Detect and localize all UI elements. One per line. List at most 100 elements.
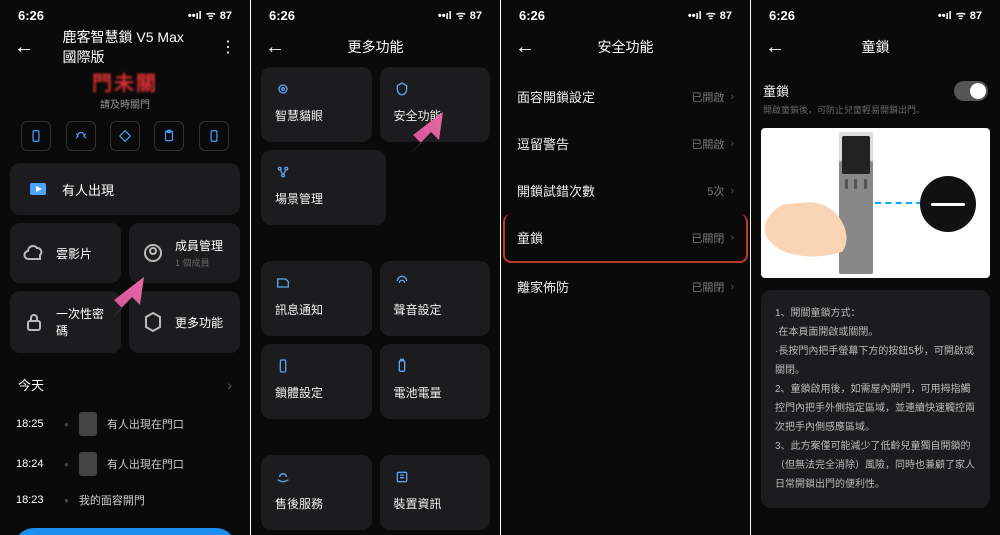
- presence-card[interactable]: 有人出現: [10, 163, 240, 215]
- tile-label: 裝置資訊: [394, 495, 477, 512]
- chevron-icon: ›: [227, 377, 232, 393]
- back-icon[interactable]: ←: [14, 36, 34, 59]
- tile-鎖體設定[interactable]: 鎖體設定: [261, 344, 372, 419]
- event-text: 有人出現在門口: [107, 456, 184, 472]
- page-title: 鹿客智慧鎖 V5 Max 國際版: [63, 27, 188, 67]
- quick-icon-3[interactable]: [110, 121, 140, 151]
- slide-unlock-button[interactable]: 滑到右邊開鎖: [14, 528, 236, 535]
- status-icons: ••ılᯤ87: [938, 8, 982, 23]
- status-time: 6:26: [769, 8, 795, 23]
- status-icons: ••ılᯤ87: [188, 8, 232, 23]
- tile-icon: [394, 81, 410, 97]
- page-title: 更多功能: [348, 37, 404, 57]
- back-icon[interactable]: ←: [765, 36, 785, 59]
- setting-row-童鎖[interactable]: 童鎖 已關閉 ›: [503, 214, 748, 263]
- setting-value: 已關閉 ›: [691, 230, 734, 246]
- video-card[interactable]: 雲影片: [10, 223, 121, 283]
- status-bar: 6:26 ••ılᯤ87: [251, 0, 500, 27]
- warning-sub: 請及時關門: [10, 96, 240, 111]
- info-text: 1、開關童鎖方式： ·在本頁面開啟或關閉。 ·長按門內把手螢幕下方的按鈕5秒，可…: [775, 304, 976, 494]
- page-title: 安全功能: [598, 37, 654, 57]
- tile-label: 場景管理: [275, 190, 372, 207]
- back-icon[interactable]: ←: [515, 36, 535, 59]
- today-label: 今天: [18, 375, 44, 394]
- members-card[interactable]: 成員管理 1 個成員: [129, 223, 240, 283]
- today-section[interactable]: 今天 ›: [10, 361, 240, 404]
- illustration: [761, 128, 990, 278]
- members-sub: 1 個成員: [175, 256, 223, 269]
- phone-screen-3: 6:26 ••ılᯤ87 ← 安全功能 面容開鎖設定已開啟 ›逗留警告已關啟 ›…: [500, 0, 750, 535]
- tile-icon: [275, 275, 291, 291]
- tile-電池電量[interactable]: 電池電量: [380, 344, 491, 419]
- status-bar: 6:26 ••ılᯤ87: [0, 0, 250, 27]
- setting-row-面容開鎖設定[interactable]: 面容開鎖設定已開啟 ›: [505, 73, 746, 120]
- tile-icon: [394, 469, 410, 485]
- presence-icon: [26, 177, 50, 201]
- tile-售後服務[interactable]: 售後服務: [261, 455, 372, 530]
- setting-value: 已開啟 ›: [691, 89, 734, 105]
- nav-bar: ← 鹿客智慧鎖 V5 Max 國際版 ⋮: [0, 27, 250, 67]
- nav-bar: ← 童鎖: [751, 27, 1000, 67]
- tile-安全功能[interactable]: 安全功能: [380, 67, 491, 142]
- status-bar: 6:26 ••ılᯤ87: [501, 0, 750, 27]
- nav-bar: ← 安全功能: [501, 27, 750, 67]
- chevron-icon: ›: [730, 185, 734, 197]
- event-text: 有人出現在門口: [107, 416, 184, 432]
- chevron-icon: ›: [730, 138, 734, 150]
- more-icon[interactable]: ⋮: [220, 37, 236, 57]
- childlock-toggle[interactable]: [954, 81, 988, 101]
- event-row[interactable]: 18:24●有人出現在門口: [10, 444, 240, 484]
- event-time: 18:24: [16, 458, 54, 470]
- video-label: 雲影片: [56, 245, 92, 262]
- childlock-sub: 開啟童鎖後，可防止兒童輕易開鎖出門。: [763, 103, 925, 116]
- tile-icon: [394, 358, 410, 374]
- quick-icon-1[interactable]: [21, 121, 51, 151]
- event-time: 18:25: [16, 418, 54, 430]
- back-icon[interactable]: ←: [265, 36, 285, 59]
- tile-icon: [394, 275, 410, 291]
- more-label: 更多功能: [175, 314, 223, 331]
- event-row[interactable]: 18:23●我的面容開門: [10, 484, 240, 516]
- event-thumb: [79, 452, 97, 476]
- status-time: 6:26: [269, 8, 295, 23]
- tile-icon: [275, 164, 291, 180]
- tile-label: 訊息通知: [275, 301, 358, 318]
- presence-label: 有人出現: [62, 180, 114, 199]
- phone-screen-1: 6:26 ••ılᯤ87 ← 鹿客智慧鎖 V5 Max 國際版 ⋮ 門未關 請及…: [0, 0, 250, 535]
- setting-label: 離家佈防: [517, 277, 569, 296]
- setting-label: 童鎖: [517, 228, 543, 247]
- warning-text: 門未關: [10, 67, 240, 96]
- setting-value: 已關啟 ›: [691, 136, 734, 152]
- status-icons: ••ılᯤ87: [438, 8, 482, 23]
- quick-icon-2[interactable]: [66, 121, 96, 151]
- members-icon: [141, 241, 165, 265]
- more-hex-icon: [141, 310, 165, 334]
- quick-icon-4[interactable]: [154, 121, 184, 151]
- tile-label: 安全功能: [394, 107, 477, 124]
- tile-聲音設定[interactable]: 聲音設定: [380, 261, 491, 336]
- tile-裝置資訊[interactable]: 裝置資訊: [380, 455, 491, 530]
- setting-row-開鎖試錯次數[interactable]: 開鎖試錯次數5次 ›: [505, 167, 746, 214]
- status-time: 6:26: [519, 8, 545, 23]
- tile-icon: [275, 358, 291, 374]
- tile-label: 鎖體設定: [275, 384, 358, 401]
- tile-label: 電池電量: [394, 384, 477, 401]
- tile-場景管理[interactable]: 場景管理: [261, 150, 386, 225]
- otp-card[interactable]: 一次性密碼: [10, 291, 121, 353]
- page-title: 童鎖: [862, 37, 890, 57]
- chevron-icon: ›: [730, 91, 734, 103]
- chevron-icon: ›: [730, 281, 734, 293]
- tile-label: 智慧貓眼: [275, 107, 358, 124]
- event-time: 18:23: [16, 494, 54, 506]
- tile-訊息通知[interactable]: 訊息通知: [261, 261, 372, 336]
- childlock-title: 童鎖: [763, 81, 925, 100]
- setting-row-逗留警告[interactable]: 逗留警告已關啟 ›: [505, 120, 746, 167]
- setting-row-離家佈防[interactable]: 離家佈防已關閉 ›: [505, 263, 746, 310]
- more-card[interactable]: 更多功能: [129, 291, 240, 353]
- tile-icon: [275, 81, 291, 97]
- quick-icon-5[interactable]: [199, 121, 229, 151]
- event-row[interactable]: 18:25●有人出現在門口: [10, 404, 240, 444]
- quick-icon-row: [10, 121, 240, 163]
- cloud-icon: [22, 241, 46, 265]
- tile-智慧貓眼[interactable]: 智慧貓眼: [261, 67, 372, 142]
